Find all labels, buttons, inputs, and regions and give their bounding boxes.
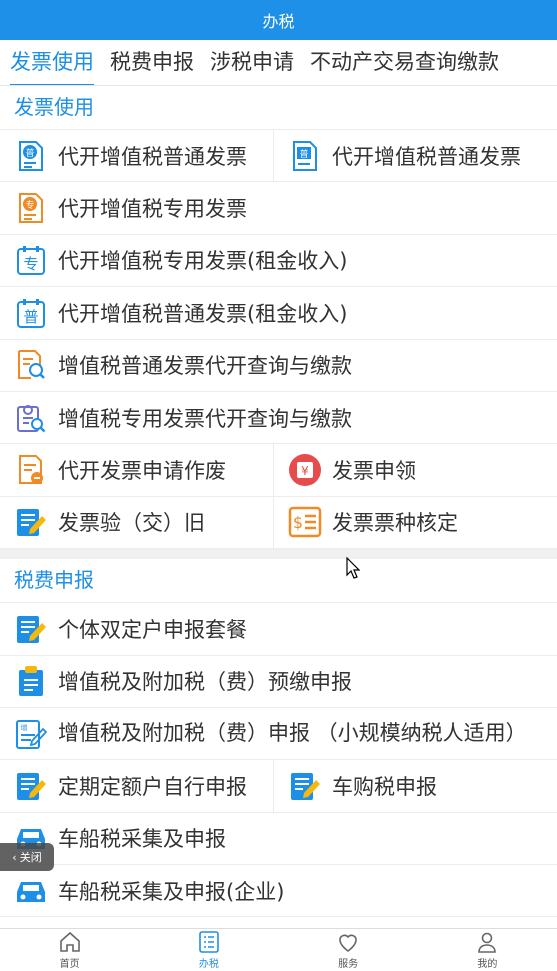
item-invoice-special-rent[interactable]: 专 代开增值税专用发票(租金收入): [0, 235, 557, 286]
item-label: 代开增值税普通发票: [58, 144, 247, 169]
item-invoice-special[interactable]: 专 代开增值税专用发票: [0, 182, 557, 233]
item-label: 代开增值税普通发票(租金收入): [58, 301, 348, 326]
svg-text:专: 专: [25, 199, 34, 211]
item-label: 定期定额户自行申报: [58, 774, 247, 799]
item-invoice-apply[interactable]: ¥ 发票申领: [274, 444, 557, 495]
item-label: 车船税采集及申报(企业): [58, 879, 285, 904]
item-label: 车购税申报: [332, 774, 437, 799]
item-label: 个体双定户申报套餐: [58, 617, 247, 642]
nav-label: 办税: [198, 959, 219, 970]
document-search-icon: [14, 348, 48, 382]
svg-text:普: 普: [23, 308, 38, 326]
svg-text:普: 普: [25, 147, 34, 159]
item-general-query-pay[interactable]: 增值税普通发票代开查询与缴款: [0, 340, 557, 391]
edit-note-icon: [14, 612, 48, 646]
nav-label: 我的: [477, 959, 498, 970]
item-invoice-verify[interactable]: 发票验（交）旧: [0, 496, 274, 549]
item-label: 增值税及附加税（费）预缴申报: [58, 670, 352, 695]
yuan-coin-icon: ¥: [288, 453, 322, 487]
item-fixed-quota[interactable]: 定期定额户自行申报: [0, 760, 274, 812]
invoice-pu-icon: 普: [288, 139, 322, 173]
yuan-list-icon: $: [288, 505, 322, 539]
item-vessel-tax[interactable]: 车船税采集及申报: [0, 813, 557, 864]
tab-real-estate[interactable]: 不动产交易查询缴款: [304, 40, 505, 85]
tab-declare[interactable]: 税费申报: [104, 40, 200, 85]
item-label: 代开增值税普通发票: [332, 144, 521, 169]
section-title-declare: 税费申报: [0, 559, 557, 604]
item-invoice-general-rent[interactable]: 普 代开增值税普通发票(租金收入): [0, 287, 557, 338]
item-label: 代开增值税专用发票(租金收入): [58, 249, 348, 274]
item-vehicle-purchase-tax[interactable]: 车购税申报: [274, 760, 557, 811]
list-icon: [199, 931, 219, 953]
clipboard-icon: [14, 664, 48, 698]
item-label: 车船税采集及申报: [58, 827, 226, 852]
app-header: 办税: [0, 0, 557, 40]
clipboard-search-icon: [14, 401, 48, 435]
svg-text:专: 专: [23, 255, 38, 273]
section-divider: [0, 549, 557, 560]
svg-text:普: 普: [299, 148, 308, 160]
invoice-zhuan-icon: 专: [14, 191, 48, 225]
svg-text:¥: ¥: [301, 464, 309, 478]
heart-icon: [339, 934, 357, 952]
item-vat-prepay[interactable]: 增值税及附加税（费）预缴申报: [0, 656, 557, 707]
item-label: 增值税专用发票代开查询与缴款: [58, 406, 352, 431]
tab-invoice[interactable]: 发票使用: [4, 40, 100, 85]
nav-label: 服务: [338, 959, 359, 970]
tab-apply[interactable]: 涉税申请: [204, 40, 300, 85]
item-invoice-general-2[interactable]: 普 代开增值税普通发票: [274, 130, 557, 181]
edit-note-icon: [14, 505, 48, 539]
user-icon: [478, 932, 497, 953]
close-button[interactable]: ‹ 关闭: [0, 843, 54, 871]
close-label: 关闭: [19, 851, 42, 864]
item-label: 代开增值税专用发票: [58, 197, 247, 222]
edit-note-icon: [288, 769, 322, 803]
edit-outline-icon: 增: [14, 717, 48, 751]
item-invoice-type-approve[interactable]: $ 发票票种核定: [274, 497, 557, 548]
item-special-query-pay[interactable]: 增值税专用发票代开查询与缴款: [0, 392, 557, 443]
category-tabs: 发票使用 税费申报 涉税申请 不动产交易查询缴款: [0, 40, 557, 86]
page-title: 办税: [262, 12, 295, 31]
nav-service[interactable]: 服务: [279, 929, 418, 971]
calendar-pu-icon: 普: [14, 296, 48, 330]
item-label: 代开发票申请作废: [58, 459, 226, 484]
nav-label: 首页: [59, 959, 80, 970]
item-invoice-general-1[interactable]: 普 代开增值税普通发票: [0, 130, 274, 182]
document-cancel-icon: [14, 453, 48, 487]
bottom-nav: 首页 办税 服务 我的: [0, 928, 557, 971]
chevron-left-icon: ‹: [12, 850, 17, 864]
svg-text:$: $: [293, 513, 303, 532]
invoice-pu-icon: 普: [14, 139, 48, 173]
service-list: 发票使用 普 代开增值税普通发票 普 代开增值税普通发票 专 代开增值税专用发票…: [0, 86, 557, 928]
item-vat-small-scale[interactable]: 增 增值税及附加税（费）申报 （小规模纳税人适用）: [0, 708, 557, 759]
mouse-cursor-icon: [346, 557, 360, 579]
nav-mine[interactable]: 我的: [418, 929, 557, 971]
car-icon: [14, 874, 48, 908]
nav-home[interactable]: 首页: [0, 929, 139, 971]
home-icon: [59, 931, 80, 952]
item-invoice-void[interactable]: 代开发票申请作废: [0, 444, 274, 496]
item-label: 增值税及附加税（费）申报 （小规模纳税人适用）: [58, 721, 527, 746]
edit-note-icon: [14, 769, 48, 803]
item-label: 发票验（交）旧: [58, 511, 205, 536]
svg-text:增: 增: [21, 723, 28, 732]
calendar-zhuan-icon: 专: [14, 243, 48, 277]
item-label: 发票申领: [332, 459, 416, 484]
item-label: 增值税普通发票代开查询与缴款: [58, 354, 352, 379]
item-individual-package[interactable]: 个体双定户申报套餐: [0, 603, 557, 654]
item-label: 发票票种核定: [332, 511, 458, 536]
item-vessel-tax-enterprise[interactable]: 车船税采集及申报(企业): [0, 865, 557, 916]
section-title-invoice: 发票使用: [0, 86, 557, 130]
nav-tax[interactable]: 办税: [139, 929, 278, 971]
